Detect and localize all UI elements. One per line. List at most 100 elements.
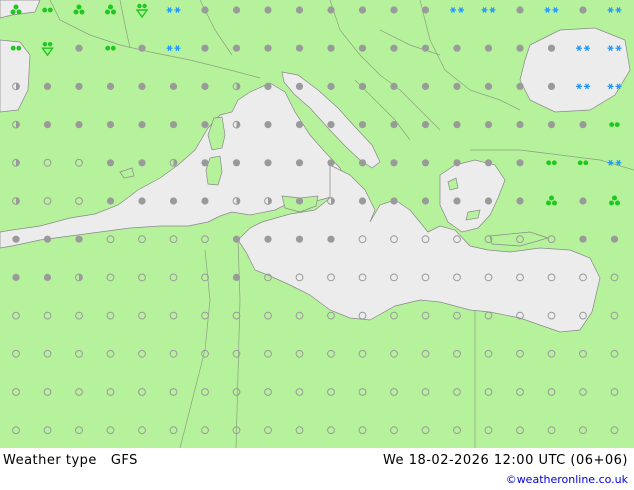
credit-link[interactable]: ©weatheronline.co.uk	[506, 473, 628, 486]
gray-dot-icon	[516, 82, 524, 90]
gray-dot-icon	[327, 44, 335, 52]
gray-dot-icon	[484, 82, 493, 90]
gray-dot-icon	[547, 121, 556, 129]
gray-dot-icon	[421, 44, 430, 52]
gray-dot-icon	[390, 159, 398, 167]
gray-dot-icon	[232, 6, 241, 14]
gray-dot-icon	[43, 273, 52, 281]
gray-dot-icon	[421, 159, 430, 167]
gray-dot-icon	[138, 44, 146, 52]
gray-dot-icon	[421, 121, 430, 129]
model-name: GFS	[110, 453, 138, 468]
gray-dot-icon	[106, 121, 115, 129]
gray-dot-icon	[264, 235, 272, 243]
gray-dot-icon	[516, 197, 524, 205]
gray-dot-icon	[264, 121, 272, 129]
gray-dot-icon	[327, 159, 335, 167]
product-title: Weather type GFS	[3, 453, 138, 468]
gray-dot-icon	[358, 82, 367, 90]
gray-dot-icon	[358, 6, 367, 14]
gray-dot-icon	[327, 235, 335, 243]
gray-dot-icon	[579, 197, 587, 205]
gray-dot-icon	[547, 44, 556, 52]
gray-dot-icon	[579, 235, 587, 243]
gray-dot-icon	[232, 235, 241, 243]
gray-dot-icon	[75, 121, 83, 129]
gray-dot-icon	[201, 6, 209, 14]
gray-dot-icon	[390, 197, 398, 205]
gray-dot-icon	[138, 197, 146, 205]
gray-dot-icon	[201, 159, 209, 167]
gray-dot-icon	[358, 44, 367, 52]
gray-dot-icon	[484, 159, 493, 167]
gray-dot-icon	[201, 44, 209, 52]
gray-dot-icon	[516, 6, 524, 14]
gray-dot-icon	[610, 235, 619, 243]
gray-dot-icon	[421, 6, 430, 14]
gray-dot-icon	[390, 44, 398, 52]
gray-dot-icon	[516, 44, 524, 52]
product-name: Weather type	[3, 453, 97, 468]
gray-dot-icon	[201, 197, 209, 205]
gray-dot-icon	[484, 197, 493, 205]
gray-dot-icon	[453, 82, 461, 90]
gray-dot-icon	[390, 82, 398, 90]
gray-dot-icon	[295, 159, 304, 167]
gray-dot-icon	[232, 159, 241, 167]
gray-dot-icon	[295, 235, 304, 243]
gray-dot-icon	[106, 82, 115, 90]
gray-dot-icon	[295, 197, 304, 205]
gray-dot-icon	[295, 6, 304, 14]
gray-dot-icon	[453, 197, 461, 205]
gray-dot-icon	[421, 82, 430, 90]
gray-dot-icon	[421, 197, 430, 205]
gray-dot-icon	[75, 235, 83, 243]
gray-dot-icon	[43, 82, 52, 90]
gray-dot-icon	[75, 82, 83, 90]
gray-dot-icon	[295, 44, 304, 52]
gray-dot-icon	[358, 197, 367, 205]
gray-dot-icon	[232, 44, 241, 52]
gray-dot-icon	[358, 121, 367, 129]
gray-dot-icon	[484, 121, 493, 129]
gray-dot-icon	[264, 159, 272, 167]
gray-dot-icon	[106, 197, 115, 205]
gray-dot-icon	[106, 159, 115, 167]
gray-dot-icon	[516, 121, 524, 129]
gray-dot-icon	[201, 121, 209, 129]
gray-dot-icon	[264, 82, 272, 90]
gray-dot-icon	[516, 159, 524, 167]
gray-dot-icon	[12, 235, 20, 243]
gray-dot-icon	[453, 44, 461, 52]
gray-dot-icon	[327, 6, 335, 14]
gray-dot-icon	[453, 159, 461, 167]
gray-dot-icon	[547, 82, 556, 90]
gray-dot-icon	[264, 44, 272, 52]
gray-dot-icon	[579, 121, 587, 129]
gray-dot-icon	[138, 82, 146, 90]
gray-dot-icon	[232, 273, 241, 281]
gray-dot-icon	[295, 121, 304, 129]
gray-dot-icon	[169, 82, 178, 90]
gray-dot-icon	[579, 6, 587, 14]
gray-dot-icon	[43, 121, 52, 129]
gray-dot-icon	[295, 82, 304, 90]
gray-dot-icon	[358, 159, 367, 167]
gray-dot-icon	[138, 159, 146, 167]
weather-map	[0, 0, 634, 448]
gray-dot-icon	[327, 121, 335, 129]
gray-dot-icon	[390, 121, 398, 129]
gray-dot-icon	[390, 6, 398, 14]
valid-time: We 18-02-2026 12:00 UTC (06+06)	[382, 453, 628, 468]
gray-dot-icon	[12, 273, 20, 281]
gray-dot-icon	[43, 235, 52, 243]
gray-dot-icon	[264, 6, 272, 14]
gray-dot-icon	[75, 44, 83, 52]
gray-dot-icon	[169, 197, 178, 205]
gray-dot-icon	[327, 82, 335, 90]
gray-dot-icon	[453, 121, 461, 129]
gray-dot-icon	[169, 121, 178, 129]
gray-dot-icon	[484, 44, 493, 52]
gray-dot-icon	[138, 121, 146, 129]
gray-dot-icon	[201, 82, 209, 90]
